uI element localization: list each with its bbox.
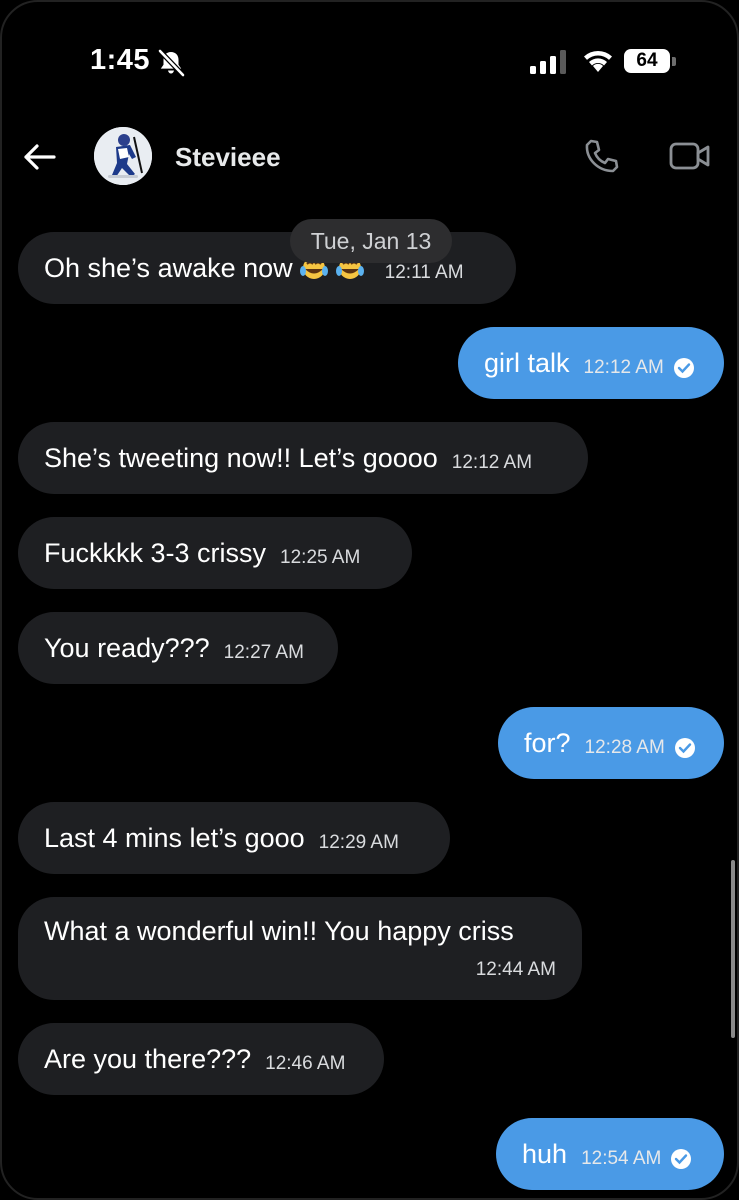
message-text: huh [522,1138,568,1169]
message-timestamp: 12:28 AM [584,737,665,758]
message-text: Oh she’s awake now [44,252,293,283]
message-text: girl talk [484,347,570,378]
cell-signal-icon [530,50,566,74]
message-text: Fuckkkk 3-3 crissy [44,537,267,568]
read-check-icon [673,358,694,378]
wifi-icon [584,50,612,72]
message-bubble-incoming[interactable]: Last 4 mins let’s gooo 12:29 AM [18,802,450,874]
phone-call-icon[interactable] [583,138,619,174]
message-timestamp: 12:25 AM [280,547,361,568]
message-timestamp: 12:29 AM [318,832,399,853]
message-timestamp: 12:11 AM [384,262,464,283]
video-call-icon[interactable] [669,141,711,171]
message-timestamp: 12:46 AM [265,1053,346,1074]
message-timestamp: 12:12 AM [451,452,533,473]
message-text: You ready??? [44,632,210,663]
hockey-player-avatar-icon [94,127,152,185]
message-text: What a wonderful win!! You happy criss [44,916,514,946]
message-text: Are you there??? [44,1043,252,1074]
status-time: 1:45 [90,44,151,76]
message-text: for? [524,727,571,758]
date-divider: Tue, Jan 13 [290,219,452,263]
battery-indicator: 64 [624,46,678,76]
scrollbar[interactable] [731,860,735,1038]
message-timestamp: 12:44 AM [475,959,556,980]
message-bubble-incoming[interactable]: Are you there??? 12:46 AM [18,1023,384,1095]
back-arrow-icon[interactable] [22,142,56,172]
message-bubble-incoming[interactable]: What a wonderful win!! You happy criss 1… [18,897,582,1000]
message-text: Last 4 mins let’s gooo [44,822,305,853]
message-bubble-outgoing[interactable]: for? 12:28 AM [498,707,724,779]
battery-level: 64 [624,49,670,73]
contact-name[interactable]: Stevieee [175,142,281,173]
battery-cap [672,57,676,66]
message-text: She’s tweeting now!! Let’s goooo [44,442,438,473]
message-bubble-incoming[interactable]: Fuckkkk 3-3 crissy 12:25 AM [18,517,412,589]
message-bubble-outgoing[interactable]: huh 12:54 AM [496,1118,724,1190]
contact-avatar[interactable] [94,127,152,185]
message-bubble-incoming[interactable]: She’s tweeting now!! Let’s goooo 12:12 A… [18,422,588,494]
message-timestamp: 12:12 AM [583,357,664,378]
read-check-icon [674,738,695,758]
message-bubble-incoming[interactable]: You ready??? 12:27 AM [18,612,338,684]
silent-bell-icon [158,49,185,77]
message-timestamp: 12:27 AM [223,642,304,663]
message-timestamp: 12:54 AM [581,1148,662,1169]
read-check-icon [671,1149,692,1169]
dm-screen: 1:45 64 Stevieee Oh she’s awake now 12:1… [0,0,739,1200]
message-bubble-outgoing[interactable]: girl talk 12:12 AM [458,327,724,399]
